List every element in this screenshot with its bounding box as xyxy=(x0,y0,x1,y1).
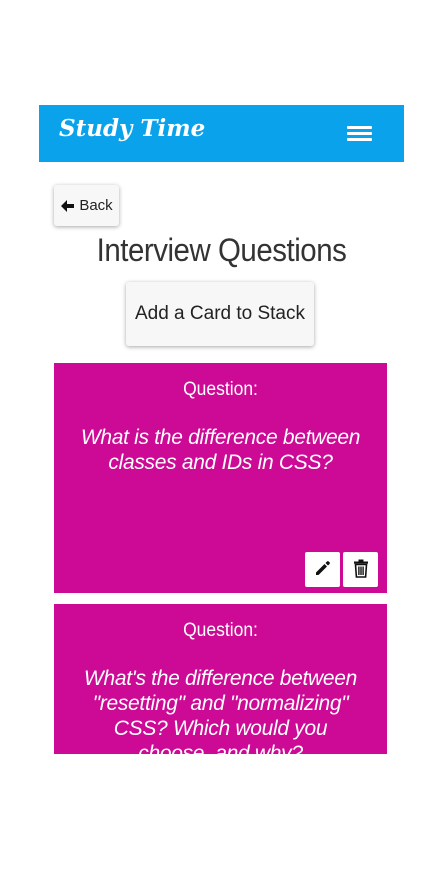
hamburger-line xyxy=(347,138,372,141)
trash-icon xyxy=(353,559,369,581)
navbar: Study Time xyxy=(39,105,404,162)
card-question: What is the difference between classes a… xyxy=(80,426,361,474)
back-button-label: Back xyxy=(79,197,113,214)
edit-card-button[interactable] xyxy=(305,552,340,587)
brand-logo[interactable]: Study Time xyxy=(59,115,205,142)
app-viewport: Study Time Back Interview Questions Add … xyxy=(39,105,404,754)
card-label: Question: xyxy=(183,379,258,400)
add-card-button[interactable]: Add a Card to Stack xyxy=(126,282,314,346)
card-label: Question: xyxy=(183,620,258,641)
back-button[interactable]: Back xyxy=(54,185,119,226)
delete-card-button[interactable] xyxy=(343,552,378,587)
hamburger-line xyxy=(347,126,372,129)
card-question: What's the difference between "resetting… xyxy=(83,667,358,754)
flashcard[interactable]: Question: What's the difference between … xyxy=(54,604,387,754)
card-actions xyxy=(305,552,378,587)
hamburger-menu-icon[interactable] xyxy=(344,122,374,144)
arrow-left-icon xyxy=(60,199,75,213)
flashcard[interactable]: Question: What is the difference between… xyxy=(54,363,387,593)
pencil-icon xyxy=(314,559,332,580)
hamburger-line xyxy=(347,132,372,135)
page-title: Interview Questions xyxy=(96,232,347,268)
